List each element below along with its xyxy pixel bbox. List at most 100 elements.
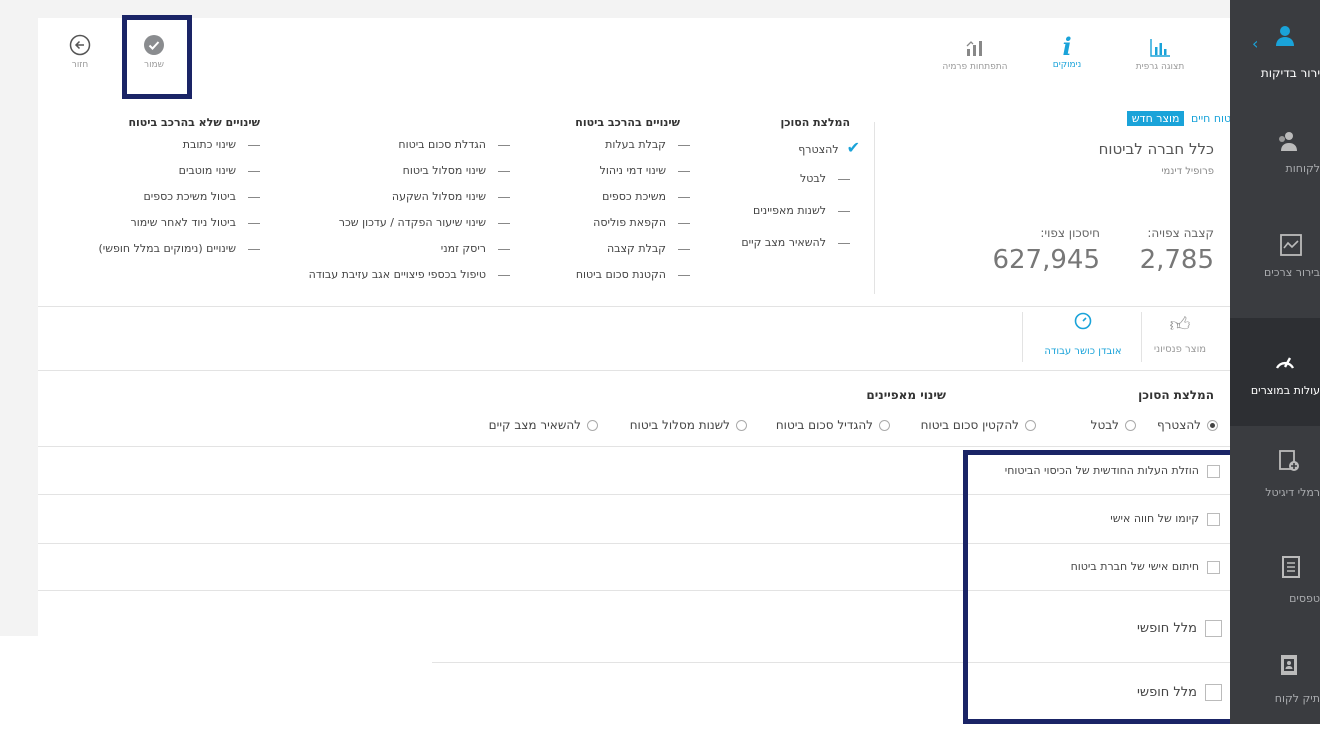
radio-label: להקטין סכום ביטוח: [920, 418, 1019, 432]
list-item-label: קבלת בעלות: [605, 138, 666, 151]
radio-button[interactable]: [1207, 420, 1218, 431]
radio-button[interactable]: [879, 420, 890, 431]
list-item-label: ריסק זמני: [440, 242, 486, 255]
user-icon: [1276, 26, 1294, 46]
sidebar-item-client-file[interactable]: תיק לקוח: [1230, 646, 1320, 730]
list-item-label: ביטול משיכת כספים: [143, 190, 236, 203]
list-item: שינוי דמי ניהול: [560, 164, 690, 177]
sidebar-item-label: לקוחות: [1285, 162, 1320, 175]
list-item-label: שינוי מסלול ביטוח: [402, 164, 486, 177]
reasons-label: נימוקים: [1052, 60, 1082, 70]
list-item: הקטנת סכום ביטוח: [560, 268, 690, 281]
product-type-row: ביטוח חיים מוצר חדש: [1000, 111, 1240, 126]
list-item: משיכת כספים: [560, 190, 690, 203]
list-item-label: הגדלת סכום ביטוח: [398, 138, 486, 151]
list-item: טיפול בכספי פיצויים אגב עזיבת עבודה: [270, 268, 510, 281]
dash-icon: [248, 196, 260, 198]
reasons-button[interactable]: i נימוקים: [1042, 32, 1092, 71]
back-button[interactable]: חזור: [62, 34, 98, 70]
loss-of-work-tab[interactable]: אובדן כושר עבודה: [1026, 312, 1140, 357]
pension-tab-label: מוצר פנסיוני: [1153, 344, 1207, 355]
divider: [874, 122, 875, 294]
sidebar-item-clients[interactable]: לקוחות: [1230, 110, 1320, 194]
radio-option[interactable]: להגדיל סכום ביטוח: [750, 418, 890, 432]
radio-option[interactable]: לשנות מסלול ביטוח: [607, 418, 747, 432]
list-item: שינוי מסלול השקעה: [270, 190, 510, 203]
list-item: שינוי שיעור הפקדה / עדכון שכר: [270, 216, 510, 229]
radio-button[interactable]: [587, 420, 598, 431]
new-product-badge: מוצר חדש: [1126, 111, 1185, 126]
back-label: חזור: [71, 60, 89, 70]
list-item-label: שינוי כתובת: [182, 138, 236, 151]
non-coverage-changes-title: שינויים שלא בהרכב ביטוח: [128, 116, 260, 129]
radio-label: לבטל: [1090, 418, 1119, 432]
premium-development-button[interactable]: התפתחות פרמיה: [940, 38, 1010, 72]
radio-option[interactable]: להקטין סכום ביטוח: [916, 418, 1036, 432]
radio-button[interactable]: [1125, 420, 1136, 431]
form-characteristics-title: שינוי מאפיינים: [866, 388, 946, 402]
list-item-label: שינוי שיעור הפקדה / עדכון שכר: [338, 216, 486, 229]
radio-option[interactable]: להשאיר מצב קיים: [448, 418, 598, 432]
dash-icon: [678, 196, 690, 198]
list-item-label: ביטול ניוד לאחר שימור: [130, 216, 237, 229]
sidebar-item-label: תיק לקוח: [1274, 692, 1320, 705]
radio-button[interactable]: [736, 420, 747, 431]
contact-book-icon: [1281, 655, 1297, 675]
list-item: שינוי מוטבים: [60, 164, 260, 177]
graph-view-button[interactable]: תצוגה גרפית: [1120, 38, 1200, 72]
list-item: ריסק זמני: [270, 242, 510, 255]
dash-icon: [248, 144, 260, 146]
list-item: ביטול ניוד לאחר שימור: [60, 216, 260, 229]
expected-savings-label: חיסכון צפוי:: [1040, 226, 1100, 240]
sidebar-item-forms[interactable]: טפסים: [1230, 546, 1320, 630]
pension-product-tab[interactable]: 👍︎ מוצר פנסיוני: [1140, 312, 1220, 355]
bar-chart-icon: [1150, 39, 1170, 57]
radio-button[interactable]: [1025, 420, 1036, 431]
expected-group-label: קצבה צפויה:: [1147, 226, 1214, 240]
divider: [38, 370, 1230, 371]
sidebar-item-label: רמלי דיגיטל: [1265, 486, 1320, 499]
sidebar-item-digital-forms[interactable]: רמלי דיגיטל: [1230, 442, 1320, 526]
form-recommendation-title: המלצת הסוכן: [1138, 388, 1214, 402]
dash-icon: [498, 274, 510, 276]
checkmark-icon: ✔: [846, 138, 860, 157]
dash-icon: [678, 144, 690, 146]
list-item-label: שינויים (נימוקים במלל חופשי): [98, 242, 236, 255]
dash-icon: [678, 274, 690, 276]
sidebar-item-tests[interactable]: ‹ ירור בדיקות: [1230, 0, 1320, 96]
agent-rec-item: לבטל: [740, 172, 850, 185]
thumbs-up-icon: 👍︎: [1169, 312, 1191, 336]
list-item: שינויים (נימוקים במלל חופשי): [60, 242, 260, 255]
sidebar-item-products[interactable]: עולות במוצרים: [1230, 318, 1320, 426]
list-item-label: משיכת כספים: [602, 190, 666, 203]
dash-icon: [838, 210, 850, 212]
chart-line-icon: [1280, 234, 1302, 256]
checkbox-highlight-box: [963, 450, 1236, 724]
loss-of-work-label: אובדן כושר עבודה: [1044, 346, 1122, 357]
save-highlight-box: [122, 15, 192, 99]
document-icon: [1282, 556, 1300, 578]
sidebar-item-needs[interactable]: בירור צרכים: [1230, 214, 1320, 298]
dash-icon: [248, 222, 260, 224]
company-name: כלל חברה לביטוח: [1098, 140, 1214, 158]
agent-rec-item: ✔להצטרף: [798, 138, 860, 157]
dash-icon: [678, 248, 690, 250]
profile-name: פרופיל דינמי: [1161, 166, 1214, 177]
list-item-label: טיפול בכספי פיצויים אגב עזיבת עבודה: [308, 268, 486, 281]
sidebar-item-label: ירור בדיקות: [1260, 66, 1320, 80]
radio-option[interactable]: להצטרף: [1148, 418, 1218, 432]
list-item: שינוי כתובת: [60, 138, 260, 151]
dash-icon: [838, 178, 850, 180]
radio-option[interactable]: לבטל: [1056, 418, 1136, 432]
speedometer-icon: [1074, 312, 1092, 330]
radio-label: להצטרף: [1156, 418, 1201, 432]
dash-icon: [248, 170, 260, 172]
divider: [1022, 312, 1023, 362]
dash-icon: [838, 242, 850, 244]
list-item: שינוי מסלול ביטוח: [270, 164, 510, 177]
agent-recommendation-title: המלצת הסוכן: [780, 116, 850, 129]
sidebar-item-label: עולות במוצרים: [1250, 384, 1320, 397]
agent-rec-item: לשנות מאפיינים: [710, 204, 850, 217]
dash-icon: [498, 196, 510, 198]
info-icon: i: [1062, 32, 1072, 61]
